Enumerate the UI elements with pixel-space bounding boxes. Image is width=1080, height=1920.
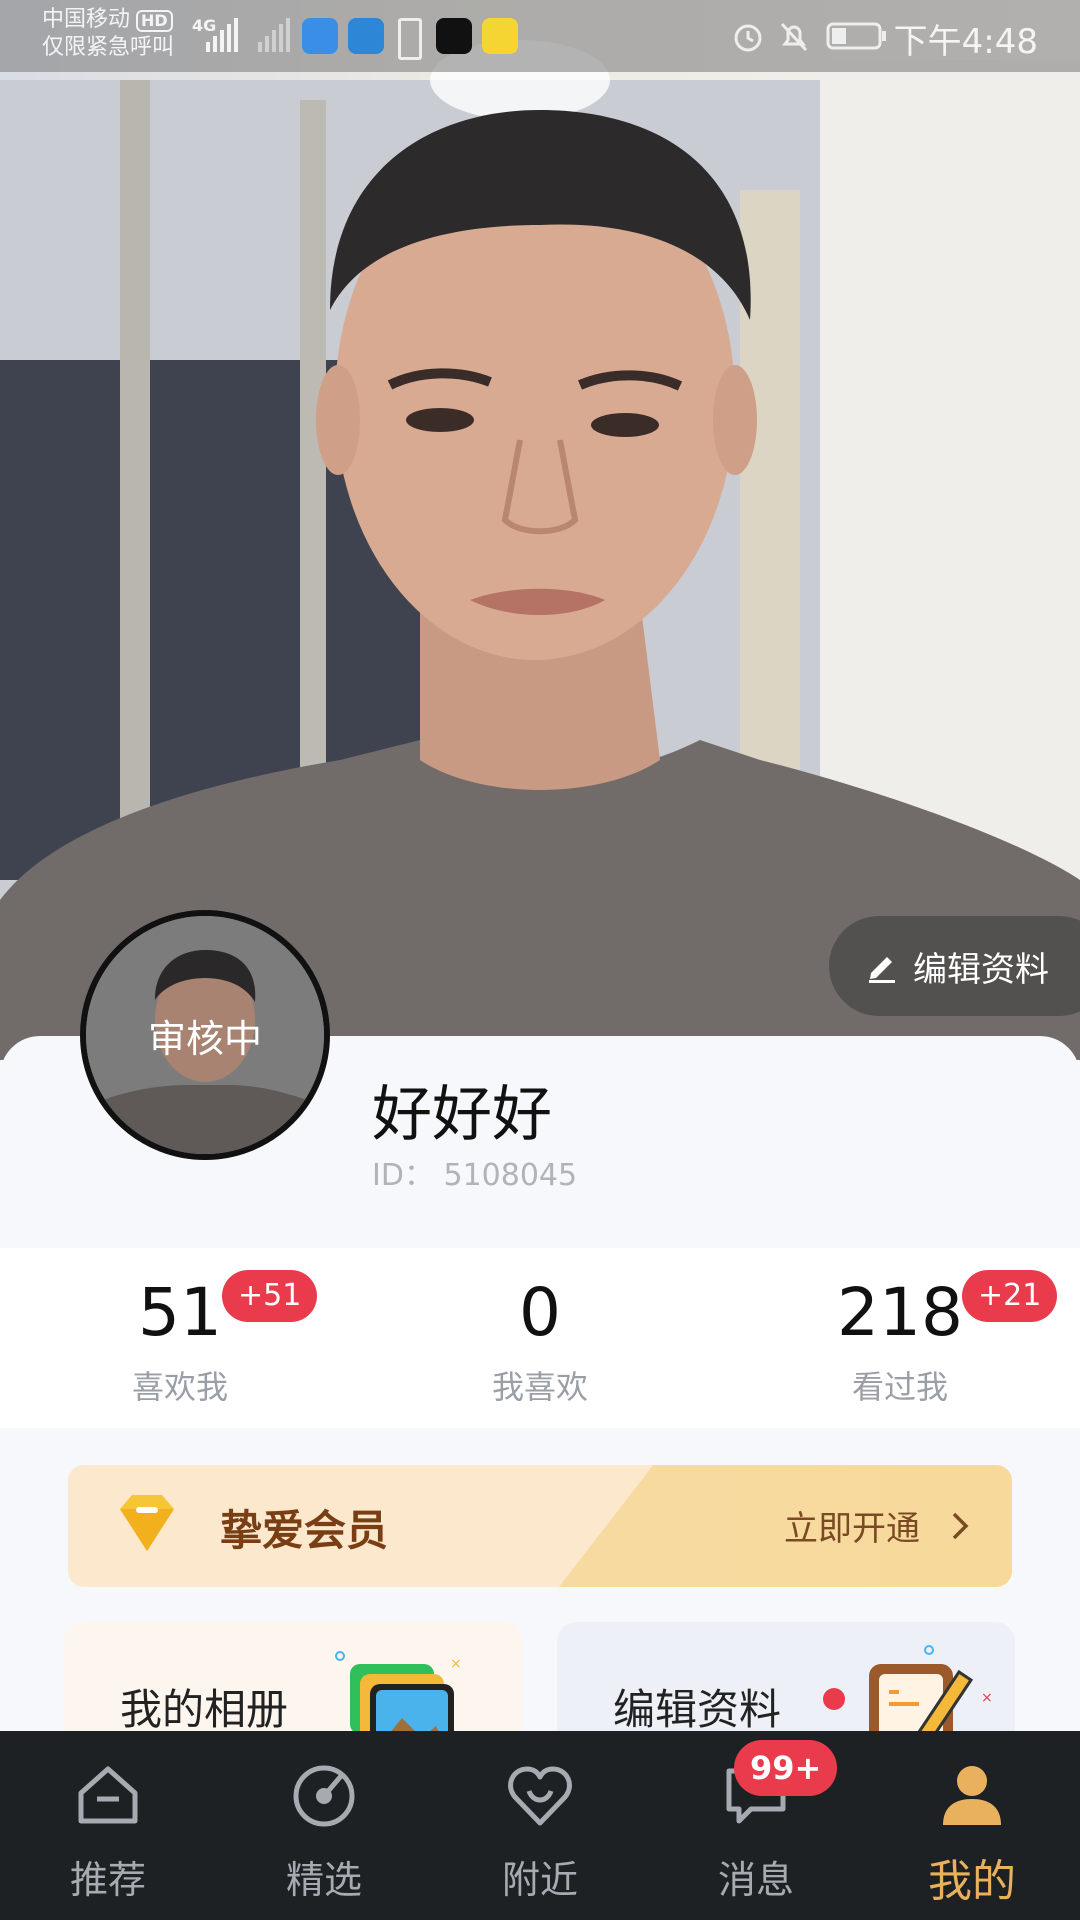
music-app-icon (482, 18, 518, 54)
edit-profile-button[interactable]: 编辑资料 (829, 916, 1080, 1016)
signal-strength-icon (206, 18, 238, 52)
battery-alert-icon (398, 18, 422, 60)
zhiai-app-icon (436, 18, 472, 54)
chevron-right-icon (952, 1512, 969, 1539)
heart-icon (508, 1766, 572, 1826)
nav-tab-nearby[interactable]: 附近 (432, 1731, 648, 1920)
emergency-only-text: 仅限紧急呼叫 (42, 35, 175, 60)
message-count-badge: 99+ (734, 1740, 838, 1796)
stat-i-liked-label: 我喜欢 (491, 1368, 588, 1406)
profile-cover-photo[interactable] (0, 0, 1080, 1060)
nav-tab-me-label: 我的 (928, 1856, 1016, 1907)
my-album-label: 我的相册 (120, 1685, 289, 1734)
status-time: 下午4:48 (893, 22, 1038, 62)
avatar[interactable]: 审核中 (80, 910, 330, 1160)
pencil-icon (869, 957, 895, 983)
nickname: 好好好 (372, 1080, 552, 1150)
stat-liked-me-label: 喜欢我 (131, 1368, 228, 1406)
battery-icon (826, 22, 886, 50)
stat-i-liked[interactable]: 0 我喜欢 (360, 1248, 720, 1428)
browser-app-icon (302, 18, 338, 54)
stat-visitors[interactable]: 218 看过我 +21 (720, 1248, 1080, 1428)
edit-profile-label: 编辑资料 (913, 949, 1049, 990)
diamond-icon (120, 1495, 174, 1551)
vip-activate-label: 立即开通 (784, 1509, 920, 1549)
status-bar: 中国移动 HD 仅限紧急呼叫 4G 下午4:48 (0, 0, 1080, 72)
mute-bell-icon (780, 22, 808, 52)
stat-visitors-label: 看过我 (851, 1368, 948, 1406)
nav-tab-me[interactable]: 我的 (864, 1731, 1080, 1920)
bottom-navigation: 推荐 精选 附近 消息 我的 (0, 1731, 1080, 1920)
vip-activate-link[interactable]: 立即开通 (784, 1501, 970, 1550)
home-icon (78, 1766, 138, 1824)
nav-tab-featured[interactable]: 精选 (216, 1731, 432, 1920)
edit-profile-card-label: 编辑资料 (613, 1685, 782, 1734)
nav-tab-messages-label: 消息 (717, 1858, 794, 1902)
carrier-name: 中国移动 (42, 7, 131, 32)
svg-text:×: × (450, 1656, 462, 1672)
user-icon (943, 1766, 1001, 1825)
user-id: ID： 5108045 (372, 1158, 578, 1193)
nav-tab-recommend-label: 推荐 (69, 1858, 146, 1902)
nav-tab-featured-label: 精选 (285, 1858, 362, 1902)
nav-tab-nearby-label: 附近 (501, 1858, 578, 1902)
hd-badge: HD (136, 10, 173, 32)
svg-text:×: × (981, 1690, 993, 1706)
signal-strength-sim2-icon (258, 18, 290, 52)
weather-app-icon (348, 18, 384, 54)
stat-i-liked-value: 0 (519, 1274, 561, 1351)
vip-title: 挚爱会员 (220, 1506, 389, 1555)
visitors-new-badge: +21 (962, 1270, 1058, 1322)
liked-me-new-badge: +51 (222, 1270, 318, 1322)
avatar-review-status: 审核中 (147, 1016, 262, 1061)
compass-icon (293, 1765, 355, 1827)
vip-membership-banner[interactable]: 挚爱会员 立即开通 (68, 1465, 1012, 1587)
nav-tab-recommend[interactable]: 推荐 (0, 1731, 216, 1920)
alarm-icon (734, 24, 762, 52)
stats-row: 51 喜欢我 +51 0 我喜欢 218 看过我 +21 (0, 1248, 1080, 1428)
carrier-info: 中国移动 HD 仅限紧急呼叫 (42, 6, 174, 62)
cover-photo-illustration (0, 40, 1080, 1060)
stat-liked-me[interactable]: 51 喜欢我 +51 (0, 1248, 360, 1428)
edit-profile-notification-dot (823, 1688, 845, 1710)
